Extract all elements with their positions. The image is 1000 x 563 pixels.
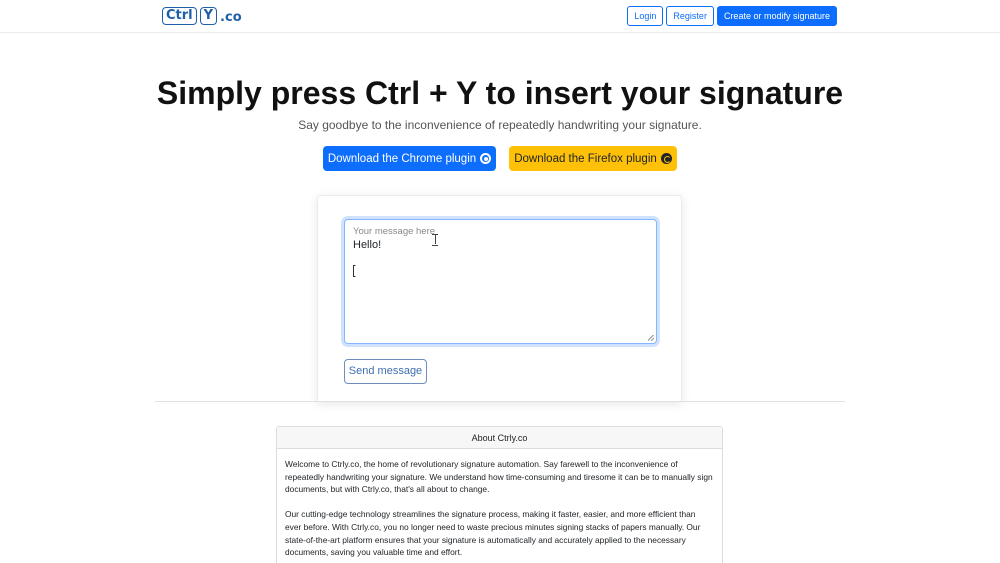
- logo-key-y: Y: [199, 7, 218, 25]
- message-value: Hello!: [353, 239, 382, 251]
- login-button[interactable]: Login: [627, 6, 664, 26]
- text-caret: [353, 265, 356, 277]
- firefox-icon: [660, 153, 672, 164]
- about-body: Welcome to Ctrly.co, the home of revolut…: [277, 449, 722, 559]
- nav-buttons: Login Register Create or modify signatur…: [627, 6, 837, 26]
- logo[interactable]: Ctrl Y .co: [162, 7, 242, 25]
- page-subtitle: Say goodbye to the inconvenience of repe…: [298, 118, 702, 132]
- resize-handle-icon[interactable]: [648, 335, 654, 341]
- about-paragraph-2: Our cutting-edge technology streamlines …: [285, 509, 701, 558]
- message-textarea[interactable]: Your message here Hello!: [344, 219, 657, 344]
- download-buttons: Download the Chrome plugin Download the …: [0, 146, 1000, 171]
- chrome-icon: [480, 153, 492, 164]
- ibeam-cursor-icon: [432, 234, 438, 246]
- divider: [155, 401, 845, 402]
- download-firefox-button[interactable]: Download the Firefox plugin: [509, 146, 677, 171]
- navbar: Ctrl Y .co Login Register Create or modi…: [0, 0, 1000, 33]
- page-title: Simply press Ctrl + Y to insert your sig…: [156, 75, 844, 111]
- about-title: About Ctrly.co: [277, 427, 722, 449]
- download-firefox-label: Download the Firefox plugin: [514, 152, 657, 165]
- logo-key-ctrl: Ctrl: [162, 7, 197, 25]
- logo-tld: .co: [220, 10, 242, 25]
- download-chrome-button[interactable]: Download the Chrome plugin: [323, 146, 496, 171]
- message-card: Your message here Hello! Send message: [317, 195, 682, 402]
- create-signature-button[interactable]: Create or modify signature: [716, 6, 837, 26]
- send-message-button[interactable]: Send message: [344, 359, 427, 384]
- about-paragraph-1: Welcome to Ctrly.co, the home of revolut…: [285, 459, 713, 495]
- register-button[interactable]: Register: [666, 6, 714, 26]
- message-placeholder: Your message here: [353, 226, 436, 237]
- download-chrome-label: Download the Chrome plugin: [327, 152, 477, 165]
- about-card: About Ctrly.co Welcome to Ctrly.co, the …: [276, 426, 723, 563]
